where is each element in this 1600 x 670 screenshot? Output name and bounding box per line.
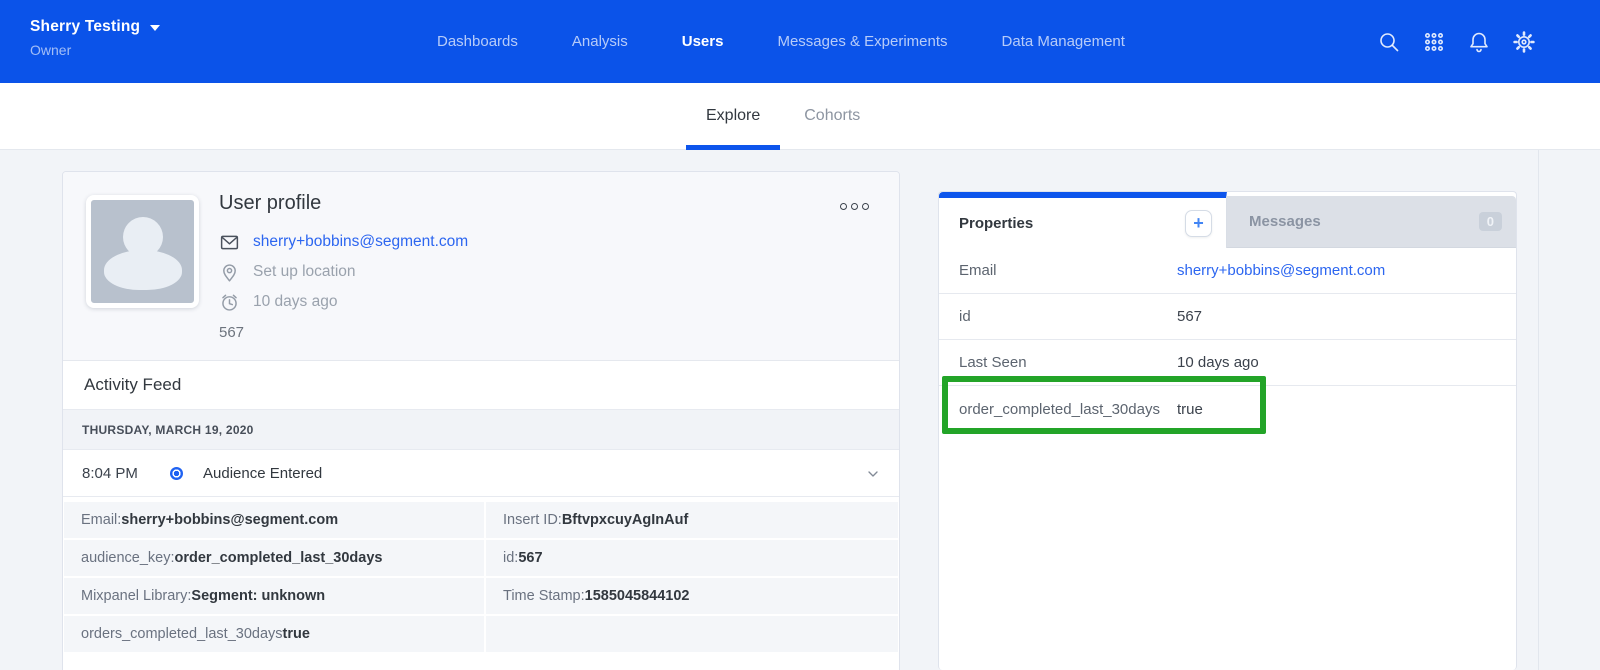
tab-messages[interactable]: Messages 0 <box>1227 196 1516 248</box>
profile-last-seen: 10 days ago <box>253 293 337 311</box>
event-prop-cell: Time Stamp: 1585045844102 <box>486 578 898 614</box>
location-pin-icon <box>219 262 240 283</box>
activity-date-header: THURSDAY, MARCH 19, 2020 <box>63 410 899 450</box>
event-prop-cell: orders_completed_last_30daystrue <box>64 616 484 652</box>
avatar <box>86 195 199 308</box>
email-icon <box>219 232 240 253</box>
event-properties-table: Email: sherry+bobbins@segment.com Insert… <box>63 497 899 652</box>
avatar-torso-shape <box>104 250 182 290</box>
tab-explore[interactable]: Explore <box>686 83 780 149</box>
activity-feed-header: Activity Feed <box>63 361 899 410</box>
activity-event-row[interactable]: 8:04 PM Audience Entered <box>63 450 899 497</box>
nav-icon-group <box>1377 0 1536 83</box>
secondary-tab-bar: Explore Cohorts <box>0 83 1600 150</box>
top-navigation-bar: Sherry Testing Owner Dashboards Analysis… <box>0 0 1600 83</box>
event-prop-cell-empty <box>486 616 898 652</box>
activity-date-label: THURSDAY, MARCH 19, 2020 <box>82 423 254 437</box>
search-icon[interactable] <box>1377 30 1401 54</box>
properties-rows: Email sherry+bobbins@segment.com id 567 … <box>939 248 1516 432</box>
property-row-last-seen: Last Seen 10 days ago <box>939 340 1516 386</box>
main-nav: Dashboards Analysis Users Messages & Exp… <box>437 0 1125 83</box>
panel-tabs: Properties + Messages 0 <box>939 192 1516 248</box>
activity-feed-title: Activity Feed <box>84 375 181 395</box>
tab-explore-label: Explore <box>706 107 760 125</box>
nav-item-data-management[interactable]: Data Management <box>1002 33 1125 50</box>
user-profile-card: User profile sherry+bobbins@segment.com … <box>62 171 900 670</box>
property-email-link[interactable]: sherry+bobbins@segment.com <box>1177 262 1385 279</box>
profile-location-placeholder[interactable]: Set up location <box>253 263 356 281</box>
event-time: 8:04 PM <box>82 465 144 482</box>
settings-icon[interactable] <box>1512 30 1536 54</box>
add-property-button[interactable]: + <box>1185 210 1212 237</box>
tab-properties-label: Properties <box>959 215 1033 232</box>
event-prop-cell: id: 567 <box>486 540 898 576</box>
project-role: Owner <box>30 42 160 58</box>
profile-title: User profile <box>219 192 468 215</box>
chevron-down-icon[interactable] <box>865 466 881 487</box>
event-name: Audience Entered <box>203 465 322 482</box>
property-row-id: id 567 <box>939 294 1516 340</box>
event-prop-cell: Email: sherry+bobbins@segment.com <box>64 502 484 538</box>
tab-messages-label: Messages <box>1249 213 1321 230</box>
nav-item-users[interactable]: Users <box>682 33 724 50</box>
event-prop-cell: Mixpanel Library: Segment: unknown <box>64 578 484 614</box>
messages-count-badge: 0 <box>1479 212 1502 231</box>
profile-section: User profile sherry+bobbins@segment.com … <box>63 172 899 361</box>
nav-item-messages-experiments[interactable]: Messages & Experiments <box>777 33 947 50</box>
apps-grid-icon[interactable] <box>1422 30 1446 54</box>
chevron-down-icon <box>150 25 160 31</box>
tab-cohorts[interactable]: Cohorts <box>784 83 880 149</box>
tab-properties[interactable]: Properties + <box>939 192 1227 248</box>
content-right-divider <box>1538 150 1539 670</box>
tab-cohorts-label: Cohorts <box>804 107 860 125</box>
profile-user-id: 567 <box>219 324 468 341</box>
project-switcher[interactable]: Sherry Testing Owner <box>30 18 160 58</box>
property-row-email: Email sherry+bobbins@segment.com <box>939 248 1516 294</box>
audience-event-dot-icon <box>170 467 183 480</box>
alarm-clock-icon <box>219 292 240 313</box>
event-prop-cell: audience_key: order_completed_last_30day… <box>64 540 484 576</box>
profile-email-link[interactable]: sherry+bobbins@segment.com <box>253 233 468 251</box>
kebab-menu-icon[interactable] <box>836 199 873 214</box>
event-prop-cell: Insert ID: BftvpxcuyAgInAuf <box>486 502 898 538</box>
nav-item-analysis[interactable]: Analysis <box>572 33 628 50</box>
properties-panel-card: Properties + Messages 0 Email sherry+bob… <box>938 191 1517 670</box>
property-row-order-completed: order_completed_last_30days true <box>939 386 1516 432</box>
notifications-icon[interactable] <box>1467 30 1491 54</box>
nav-item-dashboards[interactable]: Dashboards <box>437 33 518 50</box>
project-name: Sherry Testing <box>30 18 140 36</box>
